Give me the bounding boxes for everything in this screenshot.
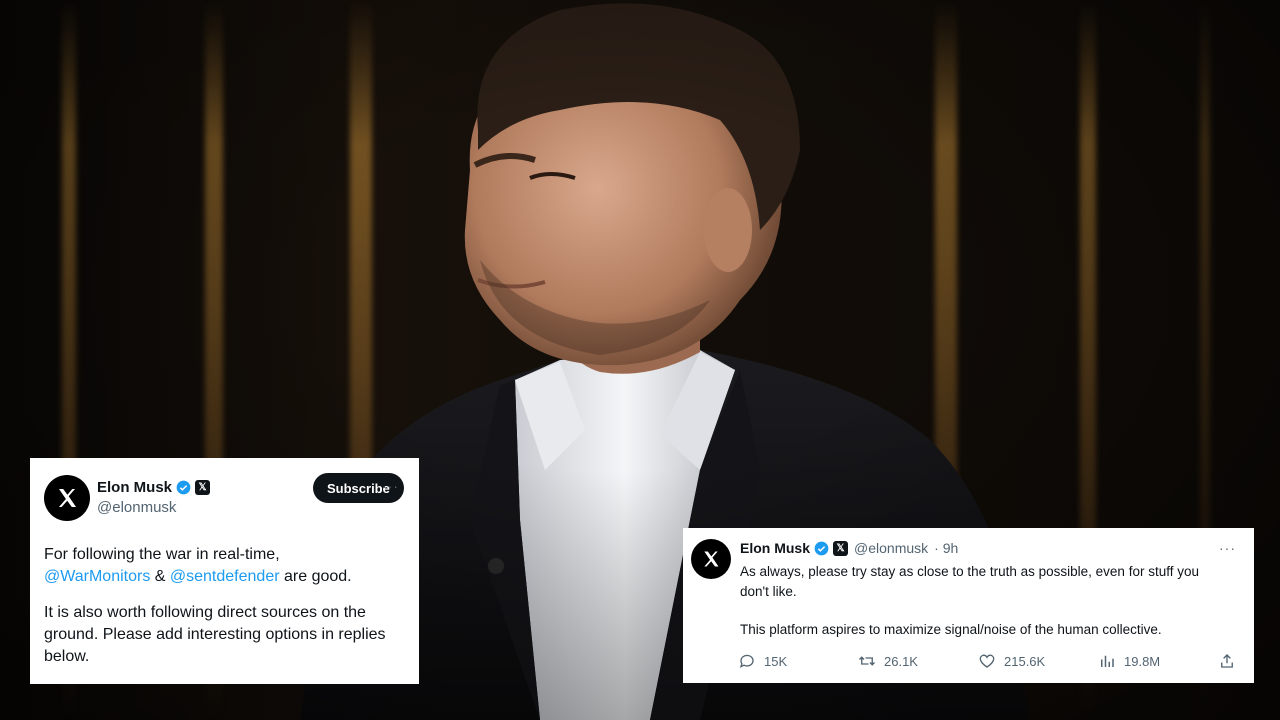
avatar[interactable] (691, 539, 731, 579)
tweet-text: For following the war in real-time, @War… (44, 544, 409, 682)
avatar[interactable] (44, 475, 90, 521)
tweet-line: are good. (279, 568, 352, 585)
like-button[interactable]: 215.6K (978, 652, 1045, 670)
x-logo-icon (59, 489, 76, 507)
mention-link[interactable]: @sentdefender (170, 568, 280, 585)
author-name[interactable]: Elon Musk (97, 479, 172, 496)
verified-badge-icon (176, 480, 191, 495)
views-count: 19.8M (1124, 653, 1161, 669)
reply-count: 15K (764, 653, 788, 669)
repost-count: 26.1K (884, 653, 918, 669)
author-handle[interactable]: @elonmusk (97, 499, 176, 516)
ampersand-text: & (150, 568, 170, 585)
tweet-action-bar: 15K 26.1K 215.6K 19.8M (738, 652, 1238, 672)
author-name[interactable]: Elon Musk (740, 540, 810, 556)
x-affiliate-badge-icon: 𝕏 (833, 540, 849, 556)
tweet-paragraph: This platform aspires to maximize signal… (740, 622, 1162, 637)
share-icon (1221, 654, 1233, 668)
mention-link[interactable]: @WarMonitors (44, 568, 150, 585)
views-button[interactable]: 19.8M (1098, 652, 1160, 670)
x-affiliate-badge-icon: 𝕏 (195, 480, 211, 495)
author-row: Elon Musk 𝕏 (97, 479, 211, 496)
tweet-card-left[interactable]: Elon Musk 𝕏 @elonmusk Subscribe ··· For … (30, 458, 419, 684)
repost-icon (859, 656, 875, 666)
x-logo-icon (704, 551, 719, 567)
like-count: 215.6K (1004, 653, 1046, 669)
tweet-card-right[interactable]: Elon Musk 𝕏 @elonmusk · 9h ··· As always… (683, 528, 1254, 683)
author-handle[interactable]: @elonmusk (854, 540, 928, 556)
tweet-text: As always, please try stay as close to t… (740, 562, 1230, 658)
reply-button[interactable]: 15K (738, 652, 787, 670)
tweet-line: For following the war in real-time, (44, 546, 280, 563)
more-options-icon[interactable]: ··· (382, 478, 399, 494)
author-row: Elon Musk 𝕏 @elonmusk · 9h (740, 540, 958, 556)
tweet-paragraph: As always, please try stay as close to t… (740, 564, 1199, 599)
heart-icon (979, 654, 995, 668)
more-options-icon[interactable]: ··· (1219, 540, 1236, 556)
timestamp[interactable]: · 9h (934, 540, 958, 556)
share-button[interactable] (1218, 652, 1236, 670)
verified-badge-icon (814, 541, 829, 555)
tweet-paragraph: For following the war in real-time, @War… (44, 544, 409, 588)
repost-button[interactable]: 26.1K (858, 652, 918, 670)
reply-icon (739, 654, 754, 668)
tweet-paragraph: It is also worth following direct source… (44, 604, 386, 665)
views-icon (1101, 655, 1114, 667)
